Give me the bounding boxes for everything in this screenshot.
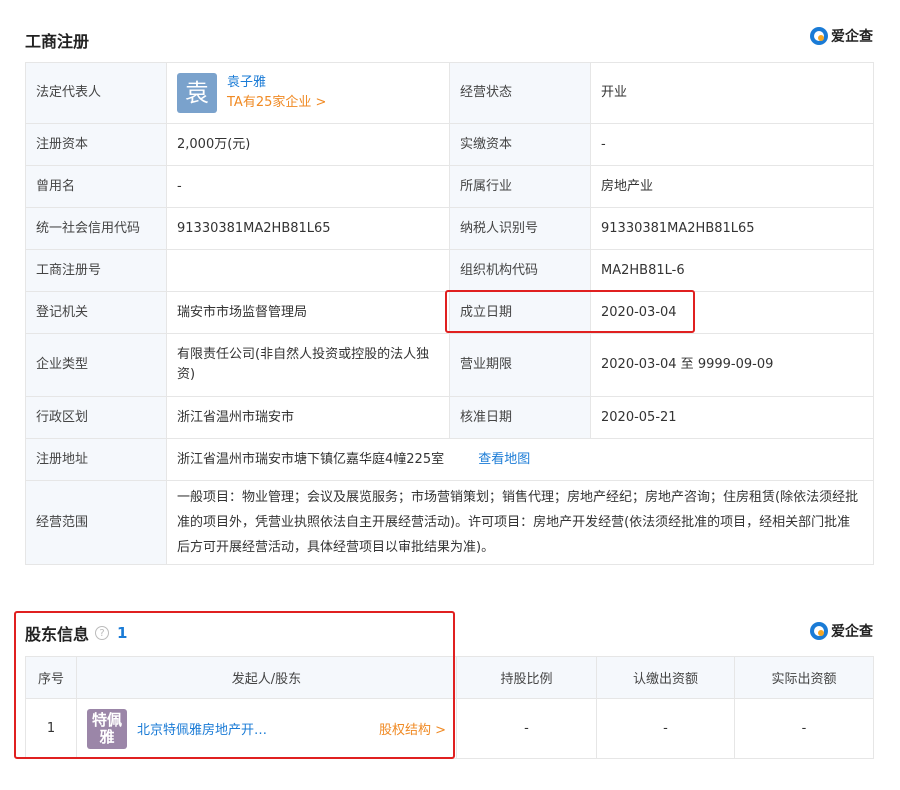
legal-rep-name-link[interactable]: 袁子雅 — [227, 73, 326, 93]
credit-code-value: 91330381MA2HB81L65 — [166, 207, 450, 250]
scope-value: 一般项目：物业管理；会议及展览服务；市场营销策划；销售代理；房地产经纪；房地产咨… — [166, 480, 874, 565]
table-row: 注册资本 2,000万(元) 实缴资本 - — [25, 123, 874, 166]
legal-rep-label: 法定代表人 — [25, 62, 167, 124]
authority-value: 瑞安市市场监督管理局 — [166, 291, 450, 334]
table-row: 注册地址 浙江省温州市瑞安市塘下镇亿嘉华庭4幢225室 查看地图 — [25, 438, 874, 481]
brand-name: 爱企查 — [831, 624, 873, 640]
industry-value: 房地产业 — [590, 165, 874, 208]
col-header-paid: 实际出资额 — [734, 656, 874, 699]
taxpayer-value: 91330381MA2HB81L65 — [590, 207, 874, 250]
paid-capital-label: 实缴资本 — [449, 123, 591, 166]
avatar[interactable]: 袁 — [177, 73, 217, 113]
brand-logo[interactable]: 爱企查 — [810, 26, 873, 46]
term-label: 营业期限 — [449, 333, 591, 397]
type-value: 有限责任公司(非自然人投资或控股的法人独资) — [166, 333, 450, 397]
address-cell: 浙江省温州市瑞安市塘下镇亿嘉华庭4幢225室 查看地图 — [166, 438, 874, 481]
table-row: 法定代表人 袁 袁子雅 TA有25家企业 > 经营状态 开业 — [25, 62, 874, 124]
paid-value: - — [734, 698, 874, 759]
brand-logo-shareholders[interactable]: 爱企查 — [810, 621, 873, 641]
term-value: 2020-03-04 至 9999-09-09 — [590, 333, 874, 397]
authority-label: 登记机关 — [25, 291, 167, 334]
org-code-value: MA2HB81L-6 — [590, 249, 874, 292]
approval-label: 核准日期 — [449, 396, 591, 439]
region-value: 浙江省温州市瑞安市 — [166, 396, 450, 439]
legal-rep-companies-link[interactable]: TA有25家企业 > — [227, 93, 326, 113]
taxpayer-label: 纳税人识别号 — [449, 207, 591, 250]
status-value: 开业 — [590, 62, 874, 124]
table-row: 曾用名 - 所属行业 房地产业 — [25, 165, 874, 208]
reg-no-value — [166, 249, 450, 292]
address-value: 浙江省温州市瑞安市塘下镇亿嘉华庭4幢225室 — [177, 451, 445, 467]
org-code-label: 组织机构代码 — [449, 249, 591, 292]
former-name-value: - — [166, 165, 450, 208]
address-label: 注册地址 — [25, 438, 167, 481]
table-row: 行政区划 浙江省温州市瑞安市 核准日期 2020-05-21 — [25, 396, 874, 439]
approval-value: 2020-05-21 — [590, 396, 874, 439]
table-row: 经营范围 一般项目：物业管理；会议及展览服务；市场营销策划；销售代理；房地产经纪… — [25, 480, 874, 565]
table-row: 企业类型 有限责任公司(非自然人投资或控股的法人独资) 营业期限 2020-03… — [25, 333, 874, 397]
section-title-registration: 工商注册 — [25, 32, 90, 51]
table-row: 统一社会信用代码 91330381MA2HB81L65 纳税人识别号 91330… — [25, 207, 874, 250]
type-label: 企业类型 — [25, 333, 167, 397]
aiqicha-logo-icon — [810, 622, 828, 640]
highlight-shareholders — [14, 611, 455, 759]
col-header-subscribed: 认缴出资额 — [596, 656, 735, 699]
brand-name: 爱企查 — [831, 29, 873, 45]
region-label: 行政区划 — [25, 396, 167, 439]
former-name-label: 曾用名 — [25, 165, 167, 208]
view-map-link[interactable]: 查看地图 — [478, 452, 530, 467]
industry-label: 所属行业 — [449, 165, 591, 208]
table-row: 工商注册号 组织机构代码 MA2HB81L-6 — [25, 249, 874, 292]
col-header-ratio: 持股比例 — [456, 656, 597, 699]
credit-code-label: 统一社会信用代码 — [25, 207, 167, 250]
reg-capital-value: 2,000万(元) — [166, 123, 450, 166]
paid-capital-value: - — [590, 123, 874, 166]
scope-label: 经营范围 — [25, 480, 167, 565]
ratio-value: - — [456, 698, 597, 759]
aiqicha-logo-icon — [810, 27, 828, 45]
status-label: 经营状态 — [449, 62, 591, 124]
subscribed-value: - — [596, 698, 735, 759]
legal-rep-cell: 袁 袁子雅 TA有25家企业 > — [166, 62, 450, 124]
reg-no-label: 工商注册号 — [25, 249, 167, 292]
reg-capital-label: 注册资本 — [25, 123, 167, 166]
highlight-established-date — [445, 290, 695, 333]
